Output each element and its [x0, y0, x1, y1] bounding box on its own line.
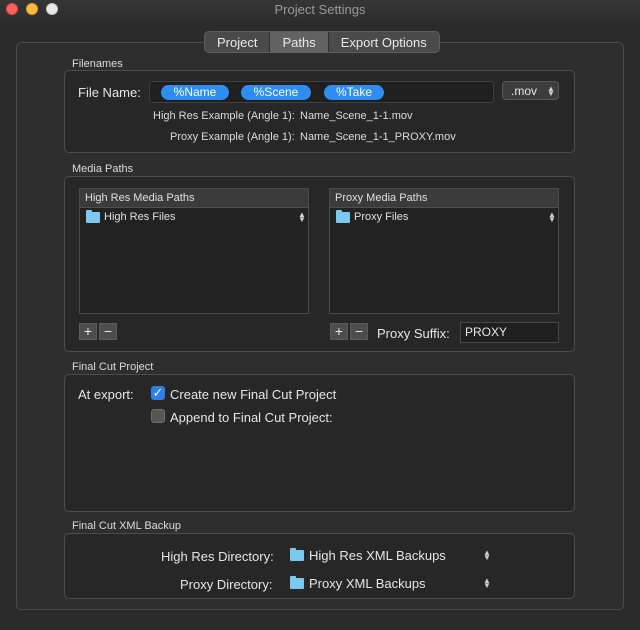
append-project-label[interactable]: Append to Final Cut Project: — [170, 410, 333, 425]
filenames-section-title: Filenames — [72, 58, 123, 70]
checkmark-icon: ✓ — [152, 385, 164, 400]
create-new-project-label[interactable]: Create new Final Cut Project — [170, 387, 336, 402]
file-name-label: File Name: — [78, 85, 141, 100]
high-res-path-label: High Res Files — [104, 211, 176, 223]
media-paths-section-title: Media Paths — [72, 163, 134, 175]
proxy-directory-value: Proxy XML Backups — [309, 576, 426, 591]
high-res-directory-label: High Res Directory: — [161, 549, 274, 564]
proxy-directory-popup[interactable]: Proxy XML Backups ▲ ▼ — [289, 574, 494, 592]
at-export-label: At export: — [78, 387, 134, 402]
remove-proxy-path-button[interactable]: − — [350, 323, 368, 340]
add-high-res-path-button[interactable]: + — [79, 323, 97, 340]
high-res-path-row[interactable]: High Res Files ▲ ▼ — [80, 208, 308, 226]
high-res-directory-value: High Res XML Backups — [309, 548, 446, 563]
extension-popup[interactable]: .mov ▲ ▼ — [502, 81, 559, 100]
folder-icon — [290, 548, 304, 561]
proxy-path-label: Proxy Files — [354, 211, 409, 223]
window-title: Project Settings — [274, 2, 366, 17]
proxy-media-paths-table[interactable]: Proxy Media Paths Proxy Files ▲ ▼ — [329, 188, 559, 314]
high-res-example-value: Name_Scene_1-1.mov — [300, 110, 413, 122]
high-res-directory-popup[interactable]: High Res XML Backups ▲ ▼ — [289, 546, 494, 564]
create-new-project-checkbox[interactable]: ✓ — [151, 386, 165, 400]
tab-bar: Project Paths Export Options — [204, 31, 440, 53]
proxy-example-label: Proxy Example (Angle 1): — [170, 131, 295, 143]
extension-value: .mov — [511, 84, 538, 98]
high-res-example-label: High Res Example (Angle 1): — [153, 110, 295, 122]
proxy-directory-label: Proxy Directory: — [180, 577, 273, 592]
proxy-table-header[interactable]: Proxy Media Paths — [330, 189, 558, 208]
high-res-media-paths-table[interactable]: High Res Media Paths High Res Files ▲ ▼ — [79, 188, 309, 314]
proxy-suffix-label: Proxy Suffix: — [377, 326, 450, 341]
folder-icon — [86, 210, 100, 223]
final-cut-project-section-title: Final Cut Project — [72, 361, 154, 373]
token-name[interactable]: %Name — [161, 85, 229, 100]
folder-icon — [336, 210, 350, 223]
file-name-token-field[interactable]: %Name %Scene %Take — [149, 81, 494, 103]
updown-icon[interactable]: ▲ ▼ — [548, 211, 556, 224]
token-take[interactable]: %Take — [324, 85, 384, 100]
proxy-path-row[interactable]: Proxy Files ▲ ▼ — [330, 208, 558, 226]
updown-icon: ▲ ▼ — [483, 548, 491, 562]
updown-icon[interactable]: ▲ ▼ — [298, 211, 306, 224]
proxy-suffix-field[interactable]: PROXY — [460, 322, 559, 343]
xml-backup-section-title: Final Cut XML Backup — [72, 520, 182, 532]
tab-export-options[interactable]: Export Options — [329, 32, 439, 52]
high-res-table-header[interactable]: High Res Media Paths — [80, 189, 308, 208]
folder-icon — [290, 576, 304, 589]
tab-paths[interactable]: Paths — [270, 32, 329, 52]
proxy-example-value: Name_Scene_1-1_PROXY.mov — [300, 131, 456, 143]
add-proxy-path-button[interactable]: + — [330, 323, 348, 340]
updown-icon: ▲ ▼ — [547, 84, 555, 98]
title-bar[interactable]: Project Settings — [0, 0, 640, 22]
remove-high-res-path-button[interactable]: − — [99, 323, 117, 340]
updown-icon: ▲ ▼ — [483, 576, 491, 590]
tab-project[interactable]: Project — [205, 32, 271, 52]
token-scene[interactable]: %Scene — [241, 85, 311, 100]
append-project-checkbox[interactable] — [151, 409, 165, 423]
